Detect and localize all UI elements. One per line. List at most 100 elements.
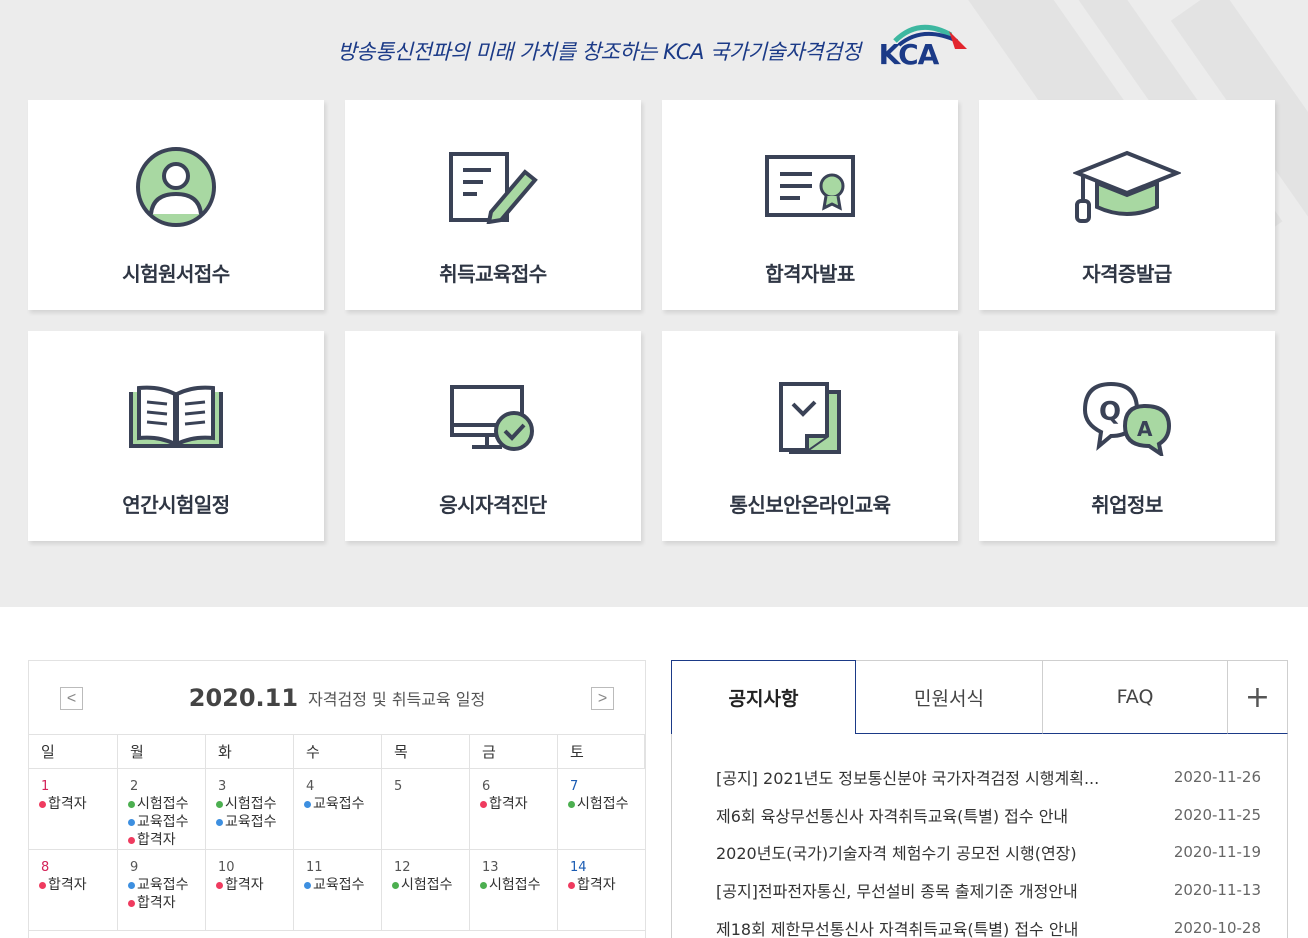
event-label: 합격자 [137,832,176,848]
notice-list: [공지] 2021년도 정보통신분야 국가자격검정 시행계획... 2020-11… [671,734,1288,938]
schedule-calendar: < 2020.11 자격검정 및 취득교육 일정 > 일 월 화 수 목 금 토… [28,660,646,938]
calendar-event[interactable]: 시험접수 [128,795,205,813]
weekday-header: 토 [558,735,645,769]
board-tabs: 공지사항 민원서식 FAQ + [671,660,1288,734]
event-dot-icon [568,881,575,889]
notice-item[interactable]: [공지]전파전자통신, 무선설비 종목 출제기준 개정안내 2020-11-13 [672,871,1287,909]
tab-civil-forms[interactable]: 민원서식 [856,660,1043,734]
calendar-prev-button[interactable]: < [60,687,83,710]
calendar-event[interactable]: 교육접수 [304,876,381,894]
calendar-event[interactable]: 합격자 [480,795,557,813]
notice-item[interactable]: 제18회 제한무선통신사 자격취득교육(특별) 접수 안내 2020-10-28 [672,909,1287,938]
calendar-day-cell: 11 교육접수 [294,850,382,931]
notice-item[interactable]: [공지] 2021년도 정보통신분야 국가자격검정 시행계획... 2020-11… [672,758,1287,796]
notice-board: 공지사항 민원서식 FAQ + [공지] 2021년도 정보통신분야 국가자격검… [671,660,1288,938]
event-label: 합격자 [225,877,264,893]
document-pen-icon [438,144,548,230]
event-dot-icon [304,800,311,808]
event-label: 합격자 [577,877,616,893]
calendar-date: 12 [394,860,411,875]
calendar-date: 7 [570,779,579,794]
menu-pass-announcement[interactable]: 합격자발표 [662,100,958,310]
calendar-day-cell: 8 합격자 [29,850,118,931]
event-dot-icon [128,881,135,889]
calendar-day-cell: 1 합격자 [29,769,118,850]
calendar-subtitle: 자격검정 및 취득교육 일정 [308,689,486,709]
calendar-date: 3 [218,779,227,794]
notice-title[interactable]: 2020년도(국가)기술자격 체험수기 공모전 시행(연장) [716,840,1077,864]
event-dot-icon [128,836,135,844]
menu-eligibility-check[interactable]: 응시자격진단 [345,331,641,541]
calendar-event[interactable]: 시험접수 [392,876,469,894]
calendar-event[interactable]: 합격자 [39,795,117,813]
graduation-cap-icon [1072,144,1182,230]
notice-item[interactable]: 2020년도(국가)기술자격 체험수기 공모전 시행(연장) 2020-11-19 [672,833,1287,871]
event-label: 합격자 [48,877,87,893]
menu-label: 합격자발표 [765,262,855,286]
certificate-icon [755,144,865,230]
tab-notices[interactable]: 공지사항 [671,660,856,734]
calendar-date: 10 [218,860,235,875]
calendar-event[interactable]: 합격자 [39,876,117,894]
calendar-event[interactable]: 교육접수 [216,813,293,831]
calendar-event[interactable]: 교육접수 [128,813,205,831]
svg-text:Q: Q [1099,397,1121,427]
calendar-event[interactable]: 시험접수 [216,795,293,813]
calendar-event[interactable]: 합격자 [216,876,293,894]
notice-title[interactable]: 제18회 제한무선통신사 자격취득교육(특별) 접수 안내 [716,916,1078,938]
notice-date: 2020-11-13 [1173,880,1261,899]
calendar-grid: 일 월 화 수 목 금 토 1 합격자 2 시험접수 교육접수 합격자 3 시험접수 교육접수 4… [29,735,645,931]
notice-title[interactable]: 제6회 육상무선통신사 자격취득교육(특별) 접수 안내 [716,803,1068,827]
menu-security-online-education[interactable]: 통신보안온라인교육 [662,331,958,541]
calendar-event[interactable]: 시험접수 [568,795,645,813]
calendar-day-cell: 10 합격자 [206,850,294,931]
event-label: 합격자 [489,796,528,812]
event-dot-icon [39,800,46,808]
weekday-header: 수 [294,735,382,769]
calendar-day-cell: 2 시험접수 교육접수 합격자 [118,769,206,850]
calendar-event[interactable]: 합격자 [128,831,205,849]
calendar-month: 2020.11 [188,683,299,712]
event-label: 시험접수 [137,796,189,812]
slogan-text: 방송통신전파의 미래 가치를 창조하는 KCA 국가기술자격검정 [337,40,861,64]
event-label: 합격자 [137,895,176,911]
event-dot-icon [392,881,399,889]
notice-title[interactable]: [공지] 2021년도 정보통신분야 국가자격검정 시행계획... [716,765,1099,789]
kca-logo-text: KCA [878,38,940,71]
calendar-day-cell: 5 [382,769,470,850]
menu-label: 취득교육접수 [439,262,547,286]
menu-label: 통신보안온라인교육 [729,493,891,517]
user-profile-icon [121,144,231,230]
calendar-event[interactable]: 교육접수 [304,795,381,813]
notice-date: 2020-11-25 [1173,805,1261,824]
calendar-day-cell: 14 합격자 [558,850,645,931]
weekday-header: 일 [29,735,118,769]
menu-exam-application[interactable]: 시험원서접수 [28,100,324,310]
notice-title[interactable]: [공지]전파전자통신, 무선설비 종목 출제기준 개정안내 [716,878,1078,902]
menu-certificate-issuance[interactable]: 자격증발급 [979,100,1275,310]
calendar-event[interactable]: 합격자 [128,894,205,912]
tab-faq[interactable]: FAQ [1043,660,1228,734]
calendar-next-button[interactable]: > [591,687,614,710]
qa-bubble-icon: Q A [1072,375,1182,461]
menu-education-application[interactable]: 취득교육접수 [345,100,641,310]
calendar-event[interactable]: 교육접수 [128,876,205,894]
more-plus-icon[interactable]: + [1228,660,1288,734]
calendar-event[interactable]: 합격자 [568,876,645,894]
event-label: 교육접수 [225,814,277,830]
menu-job-info[interactable]: Q A 취업정보 [979,331,1275,541]
event-label: 시험접수 [489,877,541,893]
event-label: 시험접수 [577,796,629,812]
notice-item[interactable]: 제6회 육상무선통신사 자격취득교육(특별) 접수 안내 2020-11-25 [672,796,1287,834]
event-label: 교육접수 [137,877,189,893]
event-label: 합격자 [48,796,87,812]
menu-annual-schedule[interactable]: 연간시험일정 [28,331,324,541]
calendar-day-cell: 9 교육접수 합격자 [118,850,206,931]
slogan-banner: 방송통신전파의 미래 가치를 창조하는 KCA 국가기술자격검정 KCA [0,24,1308,76]
calendar-event[interactable]: 시험접수 [480,876,557,894]
notice-date: 2020-11-19 [1173,843,1261,862]
event-dot-icon [128,800,135,808]
menu-label: 연간시험일정 [122,493,230,517]
calendar-date: 6 [482,779,491,794]
kca-logo[interactable]: KCA [878,24,971,71]
